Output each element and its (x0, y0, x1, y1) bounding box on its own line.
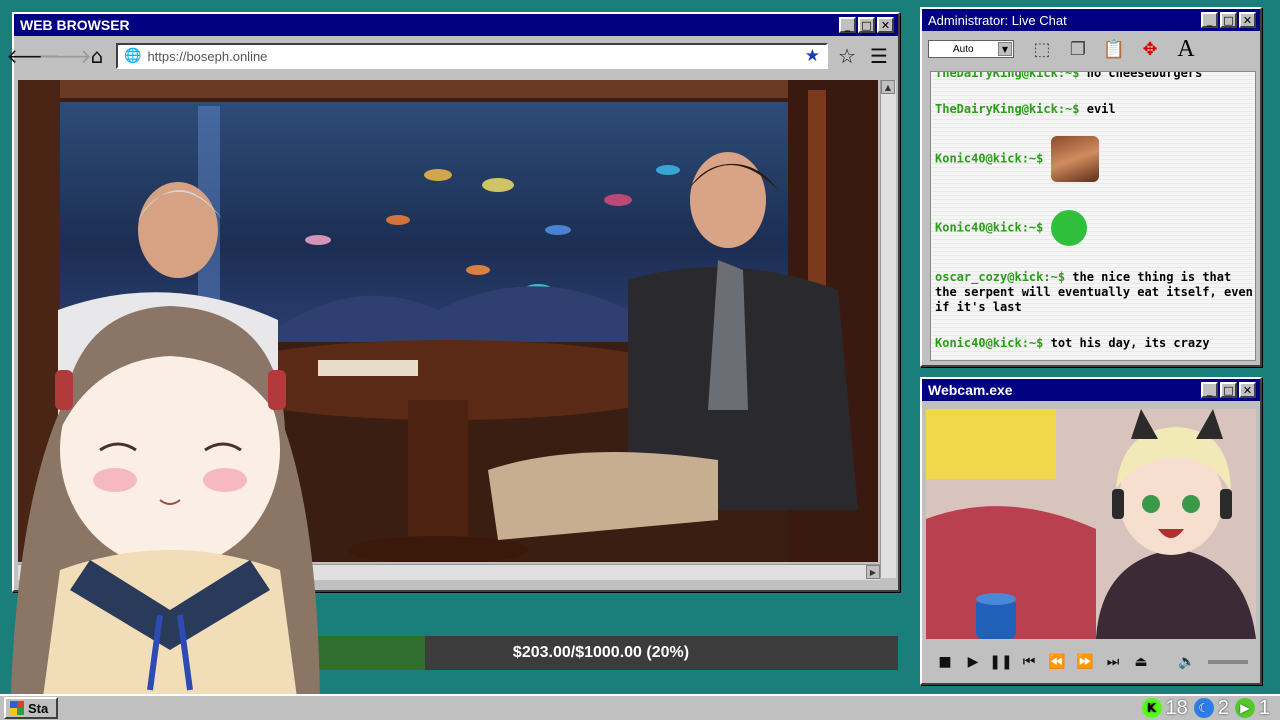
star-outline-icon[interactable]: ☆ (834, 43, 860, 69)
scroll-right-arrow-icon[interactable]: ▶ (866, 565, 880, 579)
eject-icon[interactable]: ⏏ (1130, 651, 1152, 673)
address-bar[interactable]: 🌐 https://boseph.online ★ (116, 43, 828, 69)
chat-message: oscar_cozy@kick:~$ the nice thing is tha… (935, 270, 1253, 315)
chat-messages[interactable]: TheDairyKing@kick:~$ no cheeseburgers Th… (930, 71, 1256, 361)
home-icon[interactable]: ⌂ (84, 43, 110, 69)
laughing-face-emote-icon (1050, 136, 1099, 182)
donation-goal-bar: $203.00/$1000.00 (20%) (304, 636, 898, 670)
avatar-graphic (10, 306, 320, 720)
volume-icon[interactable]: 🔈 (1176, 651, 1198, 673)
donation-goal-text: $203.00/$1000.00 (20%) (512, 644, 690, 661)
chat-username: oscar_cozy@kick:~$ (935, 270, 1066, 284)
stop-icon[interactable]: ■ (934, 651, 956, 673)
webcam-video (926, 409, 1256, 639)
start-button[interactable]: Sta (4, 697, 59, 719)
tray-count: 2 (1217, 696, 1229, 719)
chat-message: Konic40@kick:~$ tot his day, its crazy (935, 336, 1253, 351)
rewind-icon[interactable]: ⏪ (1046, 651, 1068, 673)
scroll-up-arrow-icon[interactable]: ▲ (881, 80, 895, 94)
webcam-title: Webcam.exe (928, 382, 1013, 398)
chat-username: Konic40@kick:~$ (935, 151, 1044, 166)
system-tray: K 18 ☾ 2 ▶ 1 (1141, 696, 1277, 720)
copy-icon[interactable]: ❐ (1062, 34, 1094, 64)
vtuber-avatar (0, 270, 320, 720)
chat-username: TheDairyKing@kick:~$ (935, 71, 1080, 80)
chat-message: Konic40@kick:~$ (935, 210, 1253, 246)
font-icon[interactable]: A (1170, 34, 1202, 64)
chat-message: TheDairyKing@kick:~$ no cheeseburgers (935, 71, 1253, 81)
webcam-frame (926, 409, 1256, 639)
chat-username: TheDairyKing@kick:~$ (935, 102, 1080, 116)
donation-progress-fill (304, 636, 425, 670)
hamburger-menu-icon[interactable]: ☰ (866, 43, 892, 69)
browser-nav-bar: 🡐 🡒 ⌂ 🌐 https://boseph.online ★ ☆ ☰ (6, 36, 898, 76)
chat-username: Konic40@kick:~$ (935, 220, 1044, 235)
live-chat-window: Administrator: Live Chat _ □ ✕ Auto ▼ ⬚ … (920, 7, 1262, 367)
minimize-button[interactable]: _ (839, 17, 856, 33)
volume-slider[interactable] (1208, 660, 1248, 664)
browser-titlebar[interactable]: WEB BROWSER _ □ ✕ (14, 14, 898, 36)
chat-text: evil (1086, 102, 1116, 116)
select-icon[interactable]: ⬚ (1026, 34, 1058, 64)
dropdown-value: Auto (953, 43, 974, 55)
tray-item-kick[interactable]: K 18 (1141, 696, 1188, 720)
pause-icon[interactable]: ❚❚ (989, 651, 1012, 673)
chat-username: Konic40@kick:~$ (935, 336, 1044, 350)
tray-item-play[interactable]: ▶ 1 (1234, 696, 1270, 720)
vertical-scrollbar[interactable]: ▲ (880, 80, 896, 578)
maximize-button[interactable]: □ (1220, 12, 1237, 28)
webcam-titlebar[interactable]: Webcam.exe _ □ ✕ (922, 379, 1260, 401)
maximize-button[interactable]: □ (858, 17, 875, 33)
chat-message: TheDairyKing@kick:~$ evil (935, 102, 1253, 117)
play-icon: ▶ (1234, 698, 1255, 718)
webcam-window: Webcam.exe _ □ ✕ ■ ▶ ❚❚ ⏮ ⏪ ⏩ ⏭ ⏏ 🔈 (920, 377, 1262, 685)
close-button[interactable]: ✕ (877, 17, 894, 33)
taskbar: Sta K 18 ☾ 2 ▶ 1 (0, 694, 1280, 720)
chat-text: tot his day, its crazy (1050, 336, 1210, 350)
font-size-dropdown[interactable]: Auto ▼ (928, 40, 1014, 58)
media-controls: ■ ▶ ❚❚ ⏮ ⏪ ⏩ ⏭ ⏏ 🔈 (926, 647, 1256, 677)
chat-text: no cheeseburgers (1086, 71, 1203, 80)
tray-item-moon[interactable]: ☾ 2 (1193, 696, 1229, 720)
chat-title: Administrator: Live Chat (928, 12, 1067, 28)
minimize-button[interactable]: _ (1201, 12, 1218, 28)
fast-forward-icon[interactable]: ⏩ (1074, 651, 1096, 673)
chat-message: Konic40@kick:~$ (935, 136, 1253, 182)
chat-titlebar[interactable]: Administrator: Live Chat _ □ ✕ (922, 9, 1260, 31)
browser-title: WEB BROWSER (20, 17, 130, 33)
windows-logo-icon (10, 701, 24, 715)
kick-icon: K (1141, 698, 1162, 718)
forward-arrow-icon[interactable]: 🡒 (38, 43, 92, 69)
close-button[interactable]: ✕ (1239, 12, 1256, 28)
skip-forward-icon[interactable]: ⏭ (1102, 651, 1124, 673)
tray-count: 18 (1165, 696, 1188, 719)
chevron-down-icon[interactable]: ▼ (998, 42, 1012, 56)
maximize-button[interactable]: □ (1220, 382, 1237, 398)
close-button[interactable]: ✕ (1239, 382, 1256, 398)
skip-back-icon[interactable]: ⏮ (1018, 651, 1040, 673)
move-icon[interactable]: ✥ (1134, 34, 1166, 64)
play-icon[interactable]: ▶ (962, 651, 984, 673)
url-text[interactable]: https://boseph.online (147, 49, 798, 64)
start-label: Sta (28, 700, 49, 716)
moon-icon: ☾ (1193, 698, 1214, 718)
chat-toolbar: Auto ▼ ⬚ ❐ 📋 ✥ A (922, 31, 1260, 67)
paste-icon[interactable]: 📋 (1098, 34, 1130, 64)
green-frog-emote-icon (1050, 210, 1087, 246)
globe-icon: 🌐 (124, 48, 142, 64)
tray-count: 1 (1258, 696, 1270, 719)
minimize-button[interactable]: _ (1201, 382, 1218, 398)
star-filled-icon[interactable]: ★ (805, 46, 820, 66)
